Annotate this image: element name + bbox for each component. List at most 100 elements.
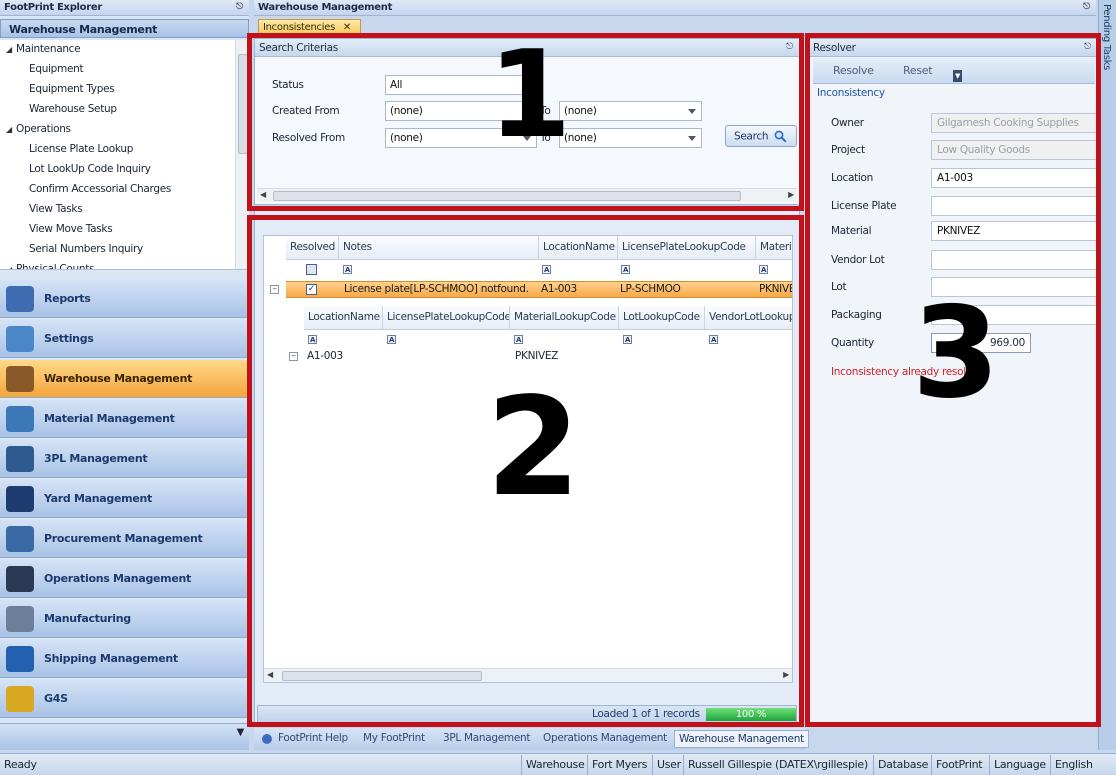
scroll-right-icon[interactable]: ▶	[783, 670, 789, 679]
filter-icon[interactable]: A	[343, 265, 352, 274]
tree-group[interactable]: ◢ Physical Counts	[0, 260, 249, 269]
pending-tasks-sidebar[interactable]: Pending Tasks	[1098, 0, 1116, 750]
tree-item[interactable]: Equipment Types	[0, 80, 249, 100]
tree-item[interactable]: Confirm Accessorial Charges	[0, 180, 249, 200]
filter-icon[interactable]: A	[623, 335, 632, 344]
nav-item-label: Settings	[44, 332, 94, 345]
search-scroll-thumb[interactable]	[273, 191, 741, 201]
tree-item-label: Maintenance	[16, 43, 81, 55]
nav-item-label: Reports	[44, 292, 91, 305]
field-value[interactable]	[931, 250, 1097, 270]
tab-my-footprint[interactable]: My FootPrint	[363, 732, 425, 744]
nav-item[interactable]: Manufacturing	[0, 600, 249, 638]
tree-scroll-thumb[interactable]	[238, 54, 248, 154]
tree-item[interactable]: Warehouse Setup	[0, 100, 249, 120]
quantity-input[interactable]: 969.00	[931, 333, 1031, 353]
nav-item[interactable]: Yard Management	[0, 480, 249, 518]
chevron-down-icon[interactable]	[688, 136, 696, 141]
nav-item[interactable]: 3PL Management	[0, 440, 249, 478]
close-icon[interactable]: ✕	[343, 22, 351, 33]
warehouse-value: Fort Myers	[587, 755, 651, 775]
chevron-down-icon[interactable]	[523, 136, 531, 141]
tree-group[interactable]: ◢ Operations	[0, 120, 249, 140]
module-icon	[6, 526, 34, 552]
scroll-left-icon[interactable]: ◀	[267, 670, 273, 679]
nav-item[interactable]: Material Management	[0, 400, 249, 438]
tab-inconsistencies[interactable]: Inconsistencies ✕	[258, 19, 361, 37]
filter-icon[interactable]: A	[621, 265, 630, 274]
field-value[interactable]: A1-003	[931, 168, 1097, 188]
toolbar-overflow-icon[interactable]: ▼	[953, 70, 962, 82]
resolve-button[interactable]: Resolve	[833, 64, 874, 77]
detail-col-lot[interactable]: LotLookupCode	[619, 306, 705, 330]
chevron-down-icon[interactable]	[688, 109, 696, 114]
resolved-to-select[interactable]: (none)	[559, 128, 702, 148]
tree-group[interactable]: ◢ Maintenance	[0, 40, 249, 60]
status-select[interactable]: All	[385, 75, 535, 95]
field-value[interactable]	[931, 305, 1097, 325]
scroll-left-icon[interactable]: ◀	[260, 190, 266, 199]
search-button[interactable]: Search	[725, 125, 797, 147]
detail-col-vendor-lot[interactable]: VendorLotLookupC	[705, 306, 792, 330]
field-value[interactable]	[931, 277, 1097, 297]
nav-item[interactable]: Settings	[0, 320, 249, 358]
col-material[interactable]: Materia	[756, 236, 792, 260]
pin-icon[interactable]: ⎋	[786, 42, 793, 52]
tree-item[interactable]: License Plate Lookup	[0, 140, 249, 160]
filter-icon[interactable]: A	[542, 265, 551, 274]
col-location-name[interactable]: LocationName	[539, 236, 618, 260]
resolved-from-select[interactable]: (none)	[385, 128, 537, 148]
tree-item[interactable]: Serial Numbers Inquiry	[0, 240, 249, 260]
search-criteria-panel: Search Criterias ⎋ Status All Created Fr…	[254, 38, 800, 205]
field-value[interactable]	[931, 196, 1097, 216]
filter-icon[interactable]: A	[308, 335, 317, 344]
search-hscrollbar[interactable]: ◀ ▶	[257, 188, 797, 202]
tab-warehouse-management[interactable]: Warehouse Management	[674, 730, 809, 748]
detail-col-location-name[interactable]: LocationName	[304, 306, 383, 330]
filter-icon[interactable]: A	[759, 265, 768, 274]
nav-item[interactable]: Reports	[0, 280, 249, 318]
nav-item[interactable]: Warehouse Management	[0, 360, 249, 398]
created-from-select[interactable]: (none)	[385, 101, 537, 121]
tab-3pl-management[interactable]: 3PL Management	[443, 732, 530, 744]
table-row[interactable]: ✓ License plate[LP-SCHMOO] notfound. A1-…	[286, 281, 792, 298]
tree-item[interactable]: Equipment	[0, 60, 249, 80]
nav-item[interactable]: Shipping Management	[0, 640, 249, 678]
filter-icon[interactable]: A	[514, 335, 523, 344]
chevron-down-icon[interactable]: ▼	[237, 727, 245, 738]
filter-icon[interactable]: A	[709, 335, 718, 344]
pin-icon[interactable]: ⎋	[1083, 2, 1090, 12]
filter-icon[interactable]: A	[387, 335, 396, 344]
scroll-right-icon[interactable]: ▶	[788, 190, 794, 199]
expand-icon[interactable]: ◢	[6, 121, 16, 139]
chevron-down-icon[interactable]	[523, 109, 531, 114]
field-value[interactable]: PKNIVEZ	[931, 221, 1097, 241]
filter-checkbox[interactable]	[306, 264, 317, 275]
pin-icon[interactable]: ⎋	[1084, 42, 1091, 52]
collapse-icon[interactable]: –	[270, 285, 279, 294]
nav-item[interactable]: G4S	[0, 680, 249, 718]
nav-item[interactable]: Operations Management	[0, 560, 249, 598]
col-notes[interactable]: Notes	[339, 236, 539, 260]
expand-icon[interactable]: ◢	[6, 41, 16, 59]
collapse-icon[interactable]: –	[289, 352, 298, 361]
tree-item[interactable]: View Tasks	[0, 200, 249, 220]
expand-icon[interactable]: ◢	[6, 261, 16, 269]
reset-button[interactable]: Reset	[903, 64, 933, 77]
resolved-checkbox[interactable]: ✓	[306, 284, 317, 295]
tree-scrollbar[interactable]	[235, 40, 249, 269]
tree-item[interactable]: View Move Tasks	[0, 220, 249, 240]
tree-item[interactable]: Lot LookUp Code Inquiry	[0, 160, 249, 180]
nav-overflow-bar[interactable]: ▼	[0, 723, 249, 750]
pin-icon[interactable]: ⎋	[236, 2, 243, 12]
grid-scroll-thumb[interactable]	[282, 671, 482, 681]
tab-operations-management[interactable]: Operations Management	[543, 732, 667, 744]
detail-col-material[interactable]: MaterialLookupCode	[510, 306, 619, 330]
grid-hscrollbar[interactable]: ◀ ▶	[264, 668, 792, 682]
created-to-select[interactable]: (none)	[559, 101, 702, 121]
nav-item[interactable]: Procurement Management	[0, 520, 249, 558]
tab-footprint-help[interactable]: FootPrint Help	[278, 732, 348, 744]
col-license-plate-lookup-code[interactable]: LicensePlateLookupCode	[618, 236, 756, 260]
detail-col-license-plate[interactable]: LicensePlateLookupCode	[383, 306, 510, 330]
col-resolved[interactable]: Resolved	[286, 236, 339, 260]
